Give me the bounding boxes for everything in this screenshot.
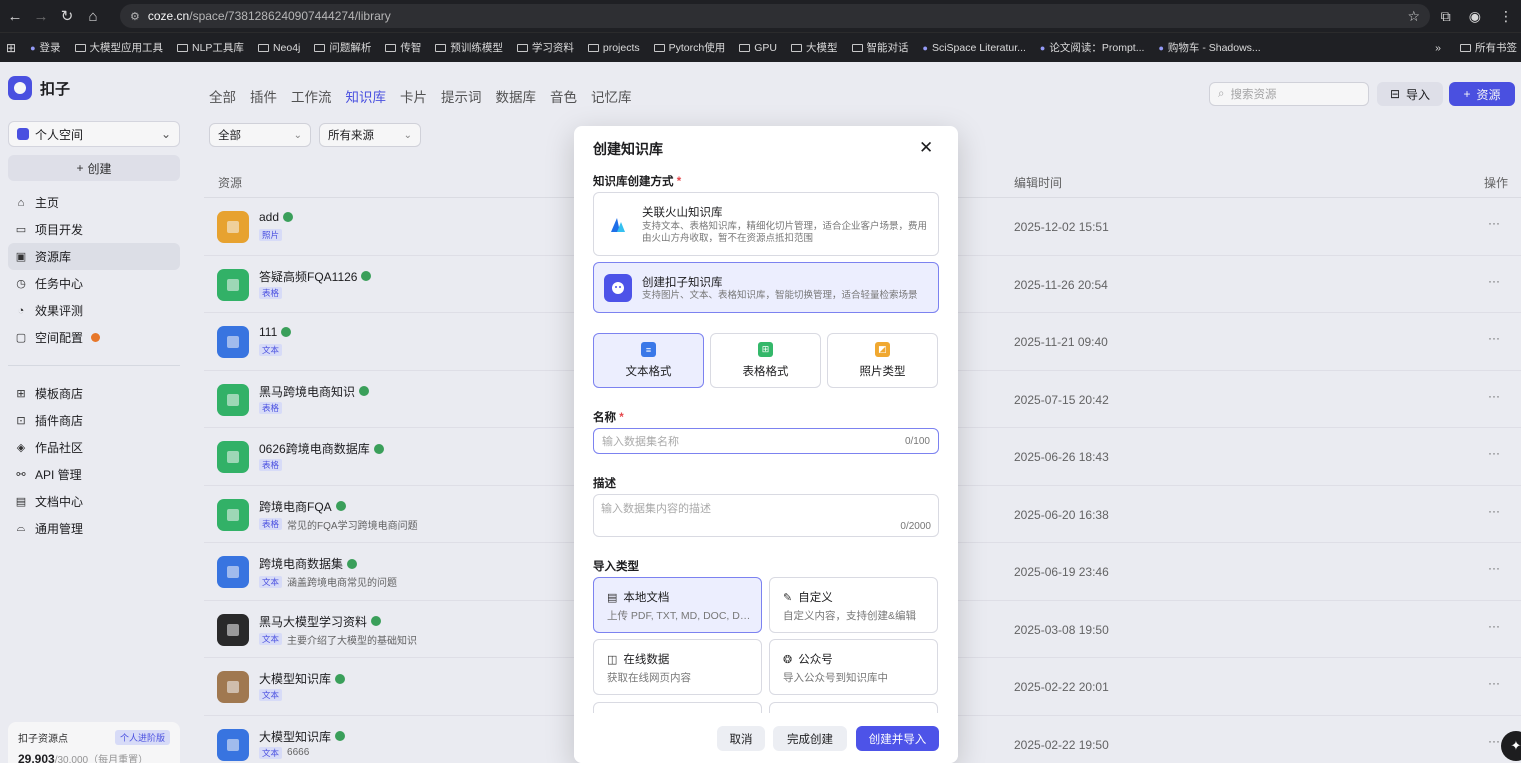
import-type-title: ❂ 公众号 [783,651,833,667]
method-coze-desc: 支持图片、文本、表格知识库，智能切换管理，适合轻量检索场景 [642,290,918,301]
name-placeholder: 输入数据集名称 [602,436,679,448]
table-format-icon: ⊞ [758,342,773,357]
method-label-row: 知识库创建方式 * [593,173,681,189]
finish-create-button[interactable]: 完成创建 [773,726,847,751]
custom-edit-icon: ✎ [783,591,793,604]
import-type-title-text: 自定义 [798,592,833,604]
method-volcano-title: 关联火山知识库 [642,207,723,219]
sparkle-icon: ✦ [1510,738,1521,753]
desc-label: 描述 [593,478,616,490]
import-type-desc: 导入公众号到知识库中 [783,672,888,684]
description-textarea[interactable]: 输入数据集内容的描述 0/2000 [593,494,939,537]
required-mark: * [619,412,624,424]
create-and-import-button[interactable]: 创建并导入 [856,726,939,751]
format-label: 文本格式 [625,366,672,378]
format-label: 表格格式 [742,366,789,378]
import-type-title-text: 在线数据 [623,654,670,666]
wechat-icon: ❂ [783,653,793,666]
import-type-desc: 获取在线网页内容 [607,672,691,684]
import-type-label: 导入类型 [593,561,639,573]
method-label: 知识库创建方式 [593,176,674,188]
dialog-title: 创建知识库 [593,141,663,157]
import-type-title-text: 公众号 [798,654,833,666]
format-option-2[interactable]: ◩ 照片类型 [827,333,938,388]
import-type-0[interactable]: ▤ 本地文档上传 PDF, TXT, MD, DOC, DOCX 格式的本地文件 [593,577,762,633]
import-type-title: ▤ 本地文档 [607,589,669,605]
cancel-button[interactable]: 取消 [717,726,765,751]
import-type-2[interactable]: ◫ 在线数据获取在线网页内容 [593,639,762,695]
import-type-desc: 上传 PDF, TXT, MD, DOC, DOCX 格式的本地文件 [607,610,757,622]
import-type-title: ✎ 自定义 [783,589,833,605]
close-icon[interactable]: ✕ [919,138,933,158]
import-type-desc: 自定义内容，支持创建&编辑 [783,610,917,622]
volcano-icon [604,210,632,238]
method-coze-title: 创建扣子知识库 [642,277,723,289]
import-type-title-text: 本地文档 [623,592,670,604]
text-format-icon: ≡ [641,342,656,357]
dialog-footer: 取消 完成创建 创建并导入 [574,713,958,763]
method-volcano-desc: 支持文本、表格知识库，精细化切片管理，适合企业客户场景，费用由火山方舟收取，暂不… [642,221,928,244]
name-char-count: 0/100 [904,435,930,447]
name-label-row: 名称 * [593,409,624,425]
import-type-3[interactable]: ❂ 公众号导入公众号到知识库中 [769,639,938,695]
format-options: ≡ 文本格式 ⊞ 表格格式 ◩ 照片类型 [593,333,939,388]
desc-placeholder: 输入数据集内容的描述 [601,503,711,515]
online-data-icon: ◫ [607,653,618,666]
required-mark: * [676,176,682,188]
method-coze[interactable]: 创建扣子知识库 支持图片、文本、表格知识库，智能切换管理，适合轻量检索场景 [593,262,939,313]
import-type-title: ◫ 在线数据 [607,651,669,667]
format-option-0[interactable]: ≡ 文本格式 [593,333,704,388]
local-doc-icon: ▤ [607,591,618,604]
desc-char-count: 0/2000 [900,521,931,532]
image-format-icon: ◩ [875,342,890,357]
create-knowledge-dialog: 创建知识库 ✕ 知识库创建方式 * 关联火山知识库 支持文本、表格知识库，精细化… [574,126,958,763]
import-type-1[interactable]: ✎ 自定义自定义内容，支持创建&编辑 [769,577,938,633]
format-option-1[interactable]: ⊞ 表格格式 [710,333,821,388]
method-volcano[interactable]: 关联火山知识库 支持文本、表格知识库，精细化切片管理，适合企业客户场景，费用由火… [593,192,939,256]
name-input[interactable]: 输入数据集名称 0/100 [593,428,939,454]
coze-bot-icon [604,274,632,302]
format-label: 照片类型 [859,366,906,378]
name-label: 名称 [593,412,616,424]
